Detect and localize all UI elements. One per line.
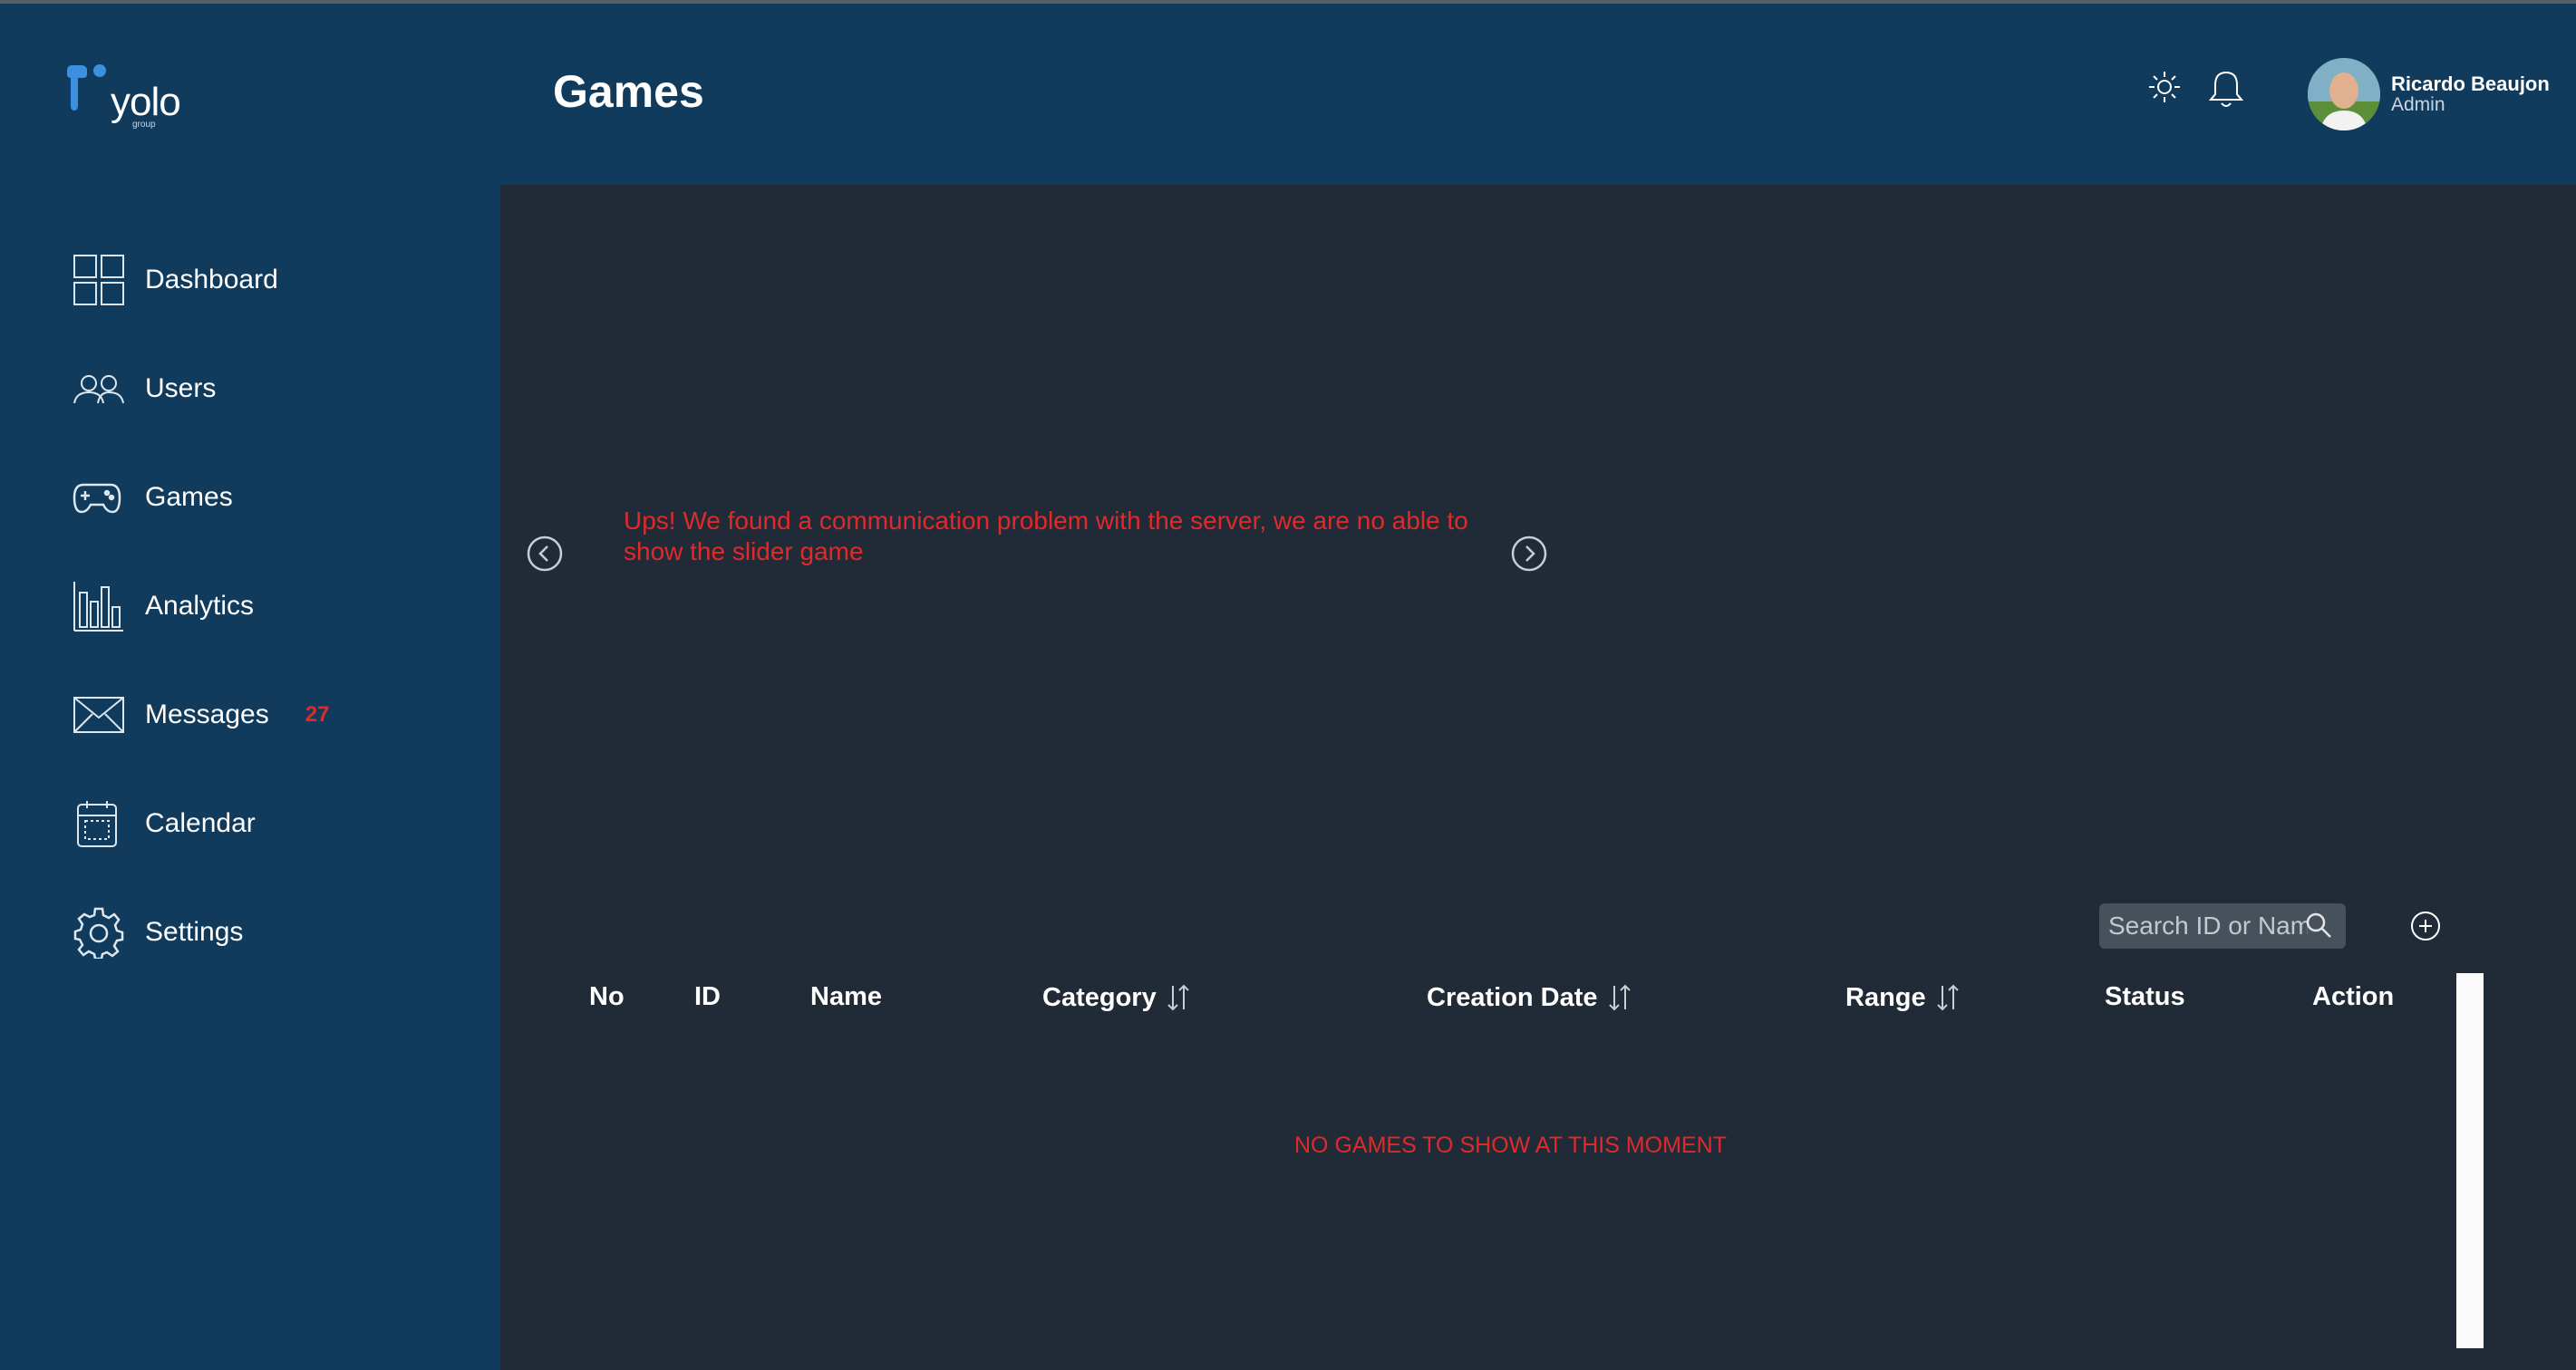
column-header-label: Status: [2105, 982, 2185, 1011]
sidebar-item-dashboard[interactable]: Dashboard: [73, 248, 453, 312]
column-header-action: Action: [2312, 982, 2394, 1012]
slider-error-message: Ups! We found a communication problem wi…: [624, 507, 1468, 565]
sidebar-item-analytics[interactable]: Analytics: [73, 574, 453, 638]
main-content: Ups! We found a communication problem wi…: [500, 185, 2576, 1370]
column-header-label: Range: [1845, 982, 1926, 1012]
column-header-label: Category: [1042, 982, 1157, 1012]
sort-icon[interactable]: [1607, 982, 1632, 1013]
yolo-logo[interactable]: yolo group: [65, 63, 201, 136]
sort-icon[interactable]: [1935, 982, 1961, 1013]
users-icon: [73, 362, 127, 416]
sun-icon[interactable]: [2146, 69, 2183, 109]
column-header-label: ID: [694, 982, 721, 1011]
column-header-label: No: [589, 982, 625, 1011]
sidebar-item-users[interactable]: Users: [73, 357, 453, 420]
sidebar-item-settings[interactable]: Settings: [73, 901, 453, 964]
user-name: Ricardo Beaujon: [2391, 72, 2550, 95]
calendar-icon: [73, 796, 127, 851]
sort-icon[interactable]: [1166, 982, 1191, 1013]
column-header-status: Status: [2105, 982, 2185, 1012]
column-header-label: Name: [810, 982, 882, 1011]
empty-table-message: NO GAMES TO SHOW AT THIS MOMENT: [1294, 1133, 1727, 1158]
messages-count-badge: 27: [305, 702, 330, 727]
avatar[interactable]: [2308, 58, 2380, 130]
column-header-no: No: [589, 982, 625, 1012]
sidebar-item-label: Games: [145, 482, 233, 512]
search-icon[interactable]: [2304, 911, 2333, 940]
column-header-category[interactable]: Category: [1042, 982, 1191, 1013]
user-role: Admin: [2391, 94, 2445, 115]
bell-icon[interactable]: [2208, 69, 2244, 109]
sidebar-item-label: Messages: [145, 699, 269, 729]
column-header-label: Creation Date: [1427, 982, 1598, 1012]
column-header-label: Action: [2312, 982, 2395, 1011]
chevron-left-icon[interactable]: [526, 535, 564, 573]
logo-subtext: group: [132, 120, 156, 130]
top-header: Games Ricardo Beaujon Admin: [500, 4, 2576, 185]
column-header-name: Name: [810, 982, 882, 1012]
column-header-range[interactable]: Range: [1845, 982, 1961, 1013]
search-input[interactable]: [2099, 912, 2308, 941]
dashboard-grid-icon: [73, 253, 127, 307]
gamepad-icon: [73, 470, 127, 525]
search-box: [2099, 903, 2346, 949]
add-game-button[interactable]: [2409, 910, 2442, 942]
sidebar-item-label: Settings: [145, 917, 244, 947]
sidebar: yolo group Dashboard Users Games Analyti…: [0, 4, 500, 1370]
sidebar-item-label: Analytics: [145, 591, 255, 621]
sidebar-item-label: Calendar: [145, 808, 256, 838]
column-header-id: ID: [694, 982, 721, 1012]
sidebar-item-calendar[interactable]: Calendar: [73, 792, 453, 855]
logo-text: yolo: [111, 80, 181, 124]
sidebar-item-messages[interactable]: Messages 27: [73, 683, 453, 747]
envelope-icon: [73, 688, 127, 742]
column-header-creation-date[interactable]: Creation Date: [1427, 982, 1632, 1013]
analytics-bars-icon: [73, 579, 127, 633]
sidebar-item-games[interactable]: Games: [73, 466, 453, 529]
sidebar-item-label: Users: [145, 373, 217, 403]
page-title: Games: [553, 66, 704, 117]
logo-mark-icon: [67, 64, 106, 111]
sidebar-item-label: Dashboard: [145, 265, 278, 294]
table-scrollbar[interactable]: [2456, 973, 2484, 1348]
chevron-right-icon[interactable]: [1510, 535, 1548, 573]
gear-icon: [73, 905, 127, 960]
